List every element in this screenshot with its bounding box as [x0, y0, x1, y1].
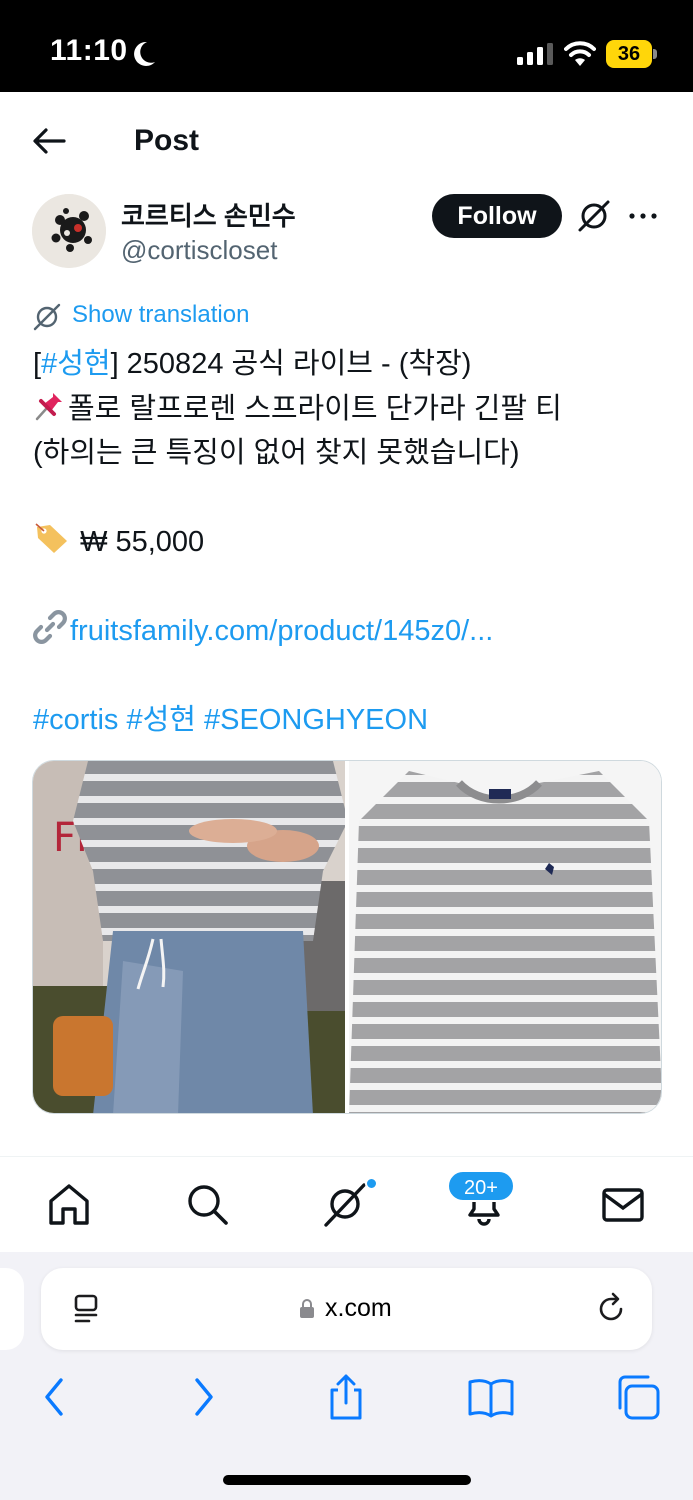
tweet-line-3: (하의는 큰 특징이 없어 찾지 못했습니다) [33, 431, 663, 476]
translate-grok-icon [33, 303, 61, 331]
browser-toolbar: x.com [0, 1252, 693, 1500]
more-icon[interactable] [627, 200, 659, 232]
media-grid[interactable]: FIG [32, 760, 662, 1114]
chevron-right-icon[interactable] [178, 1374, 228, 1420]
battery-tip [653, 49, 657, 59]
tweet-text: [#성현] 250824 공식 라이브 - (착장) 폴로 랄프로렌 스프라이트… [33, 342, 663, 743]
tweet-link-line[interactable]: fruitsfamily.com/product/145z0/... [33, 609, 663, 654]
product-photo-image [349, 761, 661, 1113]
mail-icon[interactable] [600, 1181, 646, 1227]
previous-tab-preview[interactable] [0, 1268, 24, 1350]
url-text: x.com [325, 1294, 392, 1322]
grok-icon[interactable] [576, 198, 612, 234]
tweet-line-1: [#성현] 250824 공식 라이브 - (착장) [33, 342, 663, 387]
search-icon[interactable] [184, 1181, 230, 1227]
wifi-icon [564, 41, 596, 66]
status-time: 11:10 [50, 34, 128, 67]
tabs-icon[interactable] [612, 1374, 662, 1420]
avatar-logo [32, 194, 106, 268]
signal-icon [517, 43, 553, 65]
share-icon[interactable] [321, 1374, 371, 1420]
bracket-open: [ [33, 348, 42, 380]
tweet-price-line: ₩ 55,000 [33, 520, 663, 565]
link-icon [33, 610, 67, 644]
status-bar: 11:10 36 [0, 0, 693, 92]
tweet-line-1-text: ] 250824 공식 라이브 - (착장) [110, 348, 472, 380]
photo-product[interactable] [349, 761, 661, 1113]
pushpin-icon [35, 392, 62, 420]
grok-tab-icon[interactable] [322, 1181, 368, 1227]
author-handle[interactable]: @cortiscloset [121, 235, 277, 266]
lock-icon [300, 1299, 314, 1318]
address-bar[interactable]: x.com [41, 1268, 652, 1350]
avatar[interactable] [32, 194, 106, 268]
tweet-line-2: 폴로 랄프로렌 스프라이트 단가라 긴팔 티 [33, 387, 663, 432]
photo-outfit[interactable]: FIG [33, 761, 345, 1113]
grok-unread-dot [365, 1177, 378, 1190]
tweet-line-3-text: (하의는 큰 특징이 없어 찾지 못했습니다) [33, 437, 520, 469]
page-title: Post [134, 124, 200, 157]
bookmarks-icon[interactable] [466, 1374, 516, 1420]
bottom-tab-bar [0, 1156, 693, 1252]
back-arrow-icon[interactable] [30, 126, 70, 156]
hashtags-line[interactable]: #cortis #성현 #SEONGHYEON [33, 698, 663, 743]
home-indicator[interactable] [223, 1475, 471, 1485]
tweet-line-2-text: 폴로 랄프로렌 스프라이트 단가라 긴팔 티 [68, 392, 562, 425]
home-icon[interactable] [46, 1181, 92, 1227]
reader-icon[interactable] [71, 1292, 105, 1326]
author-name[interactable]: 코르티스 손민수 [121, 196, 296, 233]
hashtag-link[interactable]: #성현 [41, 348, 111, 380]
reload-icon[interactable] [594, 1292, 628, 1326]
price-tag-icon [35, 523, 67, 553]
battery-indicator: 36 [606, 40, 657, 68]
moon-icon [134, 41, 155, 66]
post-header: Post [0, 92, 693, 188]
price-text: ₩ 55,000 [80, 526, 205, 558]
product-link[interactable]: fruitsfamily.com/product/145z0/... [70, 615, 493, 647]
show-translation-label: Show translation [72, 301, 250, 328]
follow-button[interactable]: Follow [432, 194, 562, 238]
battery-level: 36 [606, 40, 652, 68]
outfit-photo-image: FIG [33, 761, 345, 1113]
chevron-left-icon[interactable] [30, 1374, 80, 1420]
notifications-badge: 20+ [447, 1170, 515, 1202]
